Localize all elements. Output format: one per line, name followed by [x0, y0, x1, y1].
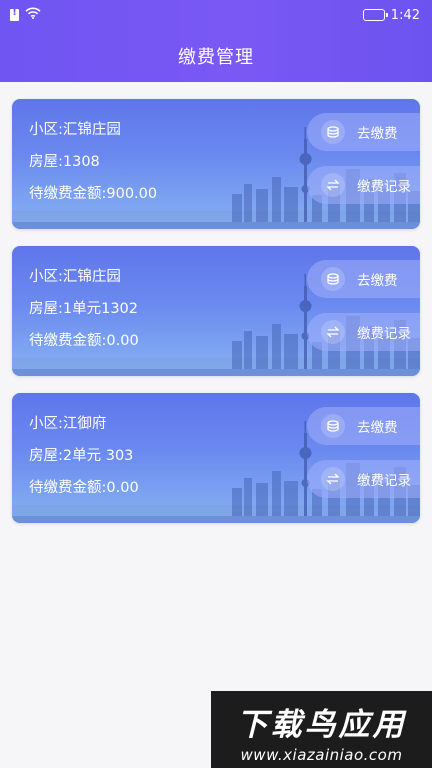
sim-alert-icon	[10, 7, 19, 21]
swap-icon	[321, 467, 345, 491]
app-header: 1:42 缴费管理	[0, 0, 432, 82]
watermark-logo: 下载鸟应用 www.xiazainiao.com	[211, 691, 432, 768]
amount-due: 待缴费金额:900.00	[29, 186, 158, 202]
payment-record-button[interactable]: 缴费记录	[307, 166, 420, 204]
coins-icon	[321, 120, 345, 144]
go-pay-button[interactable]: 去缴费	[307, 260, 420, 298]
go-pay-label: 去缴费	[357, 126, 398, 142]
watermark-url: www.xiazainiao.com	[240, 746, 403, 764]
payment-record-label: 缴费记录	[357, 179, 411, 195]
coins-icon	[321, 414, 345, 438]
go-pay-label: 去缴费	[357, 273, 398, 289]
battery-icon	[362, 9, 388, 21]
status-time: 1:42	[390, 7, 420, 23]
watermark-brand: 下载鸟应用	[236, 707, 407, 743]
payment-record-label: 缴费记录	[357, 473, 411, 489]
go-pay-button[interactable]: 去缴费	[307, 113, 420, 151]
page-title: 缴费管理	[178, 47, 254, 68]
house-number: 房屋:1308	[29, 154, 100, 170]
payment-record-label: 缴费记录	[357, 326, 411, 342]
payment-card: 小区:江御府 房屋:2单元 303 待缴费金额:0.00 去缴费 缴费记录	[12, 393, 420, 523]
community-name: 小区:汇锦庄园	[29, 122, 121, 138]
go-pay-label: 去缴费	[357, 420, 398, 436]
swap-icon	[321, 320, 345, 344]
payment-record-button[interactable]: 缴费记录	[307, 460, 420, 498]
amount-due: 待缴费金额:0.00	[29, 480, 139, 496]
amount-due: 待缴费金额:0.00	[29, 333, 139, 349]
payment-record-button[interactable]: 缴费记录	[307, 313, 420, 351]
wifi-icon	[25, 7, 41, 23]
go-pay-button[interactable]: 去缴费	[307, 407, 420, 445]
payment-card: 小区:汇锦庄园 房屋:1单元1302 待缴费金额:0.00 去缴费 缴费记录	[12, 246, 420, 376]
coins-icon	[321, 267, 345, 291]
swap-icon	[321, 173, 345, 197]
community-name: 小区:汇锦庄园	[29, 269, 121, 285]
house-number: 房屋:1单元1302	[29, 301, 139, 317]
payment-card: 小区:汇锦庄园 房屋:1308 待缴费金额:900.00 去缴费 缴费记录	[12, 99, 420, 229]
status-bar: 1:42	[0, 0, 432, 30]
house-number: 房屋:2单元 303	[29, 448, 134, 464]
community-name: 小区:江御府	[29, 416, 107, 432]
